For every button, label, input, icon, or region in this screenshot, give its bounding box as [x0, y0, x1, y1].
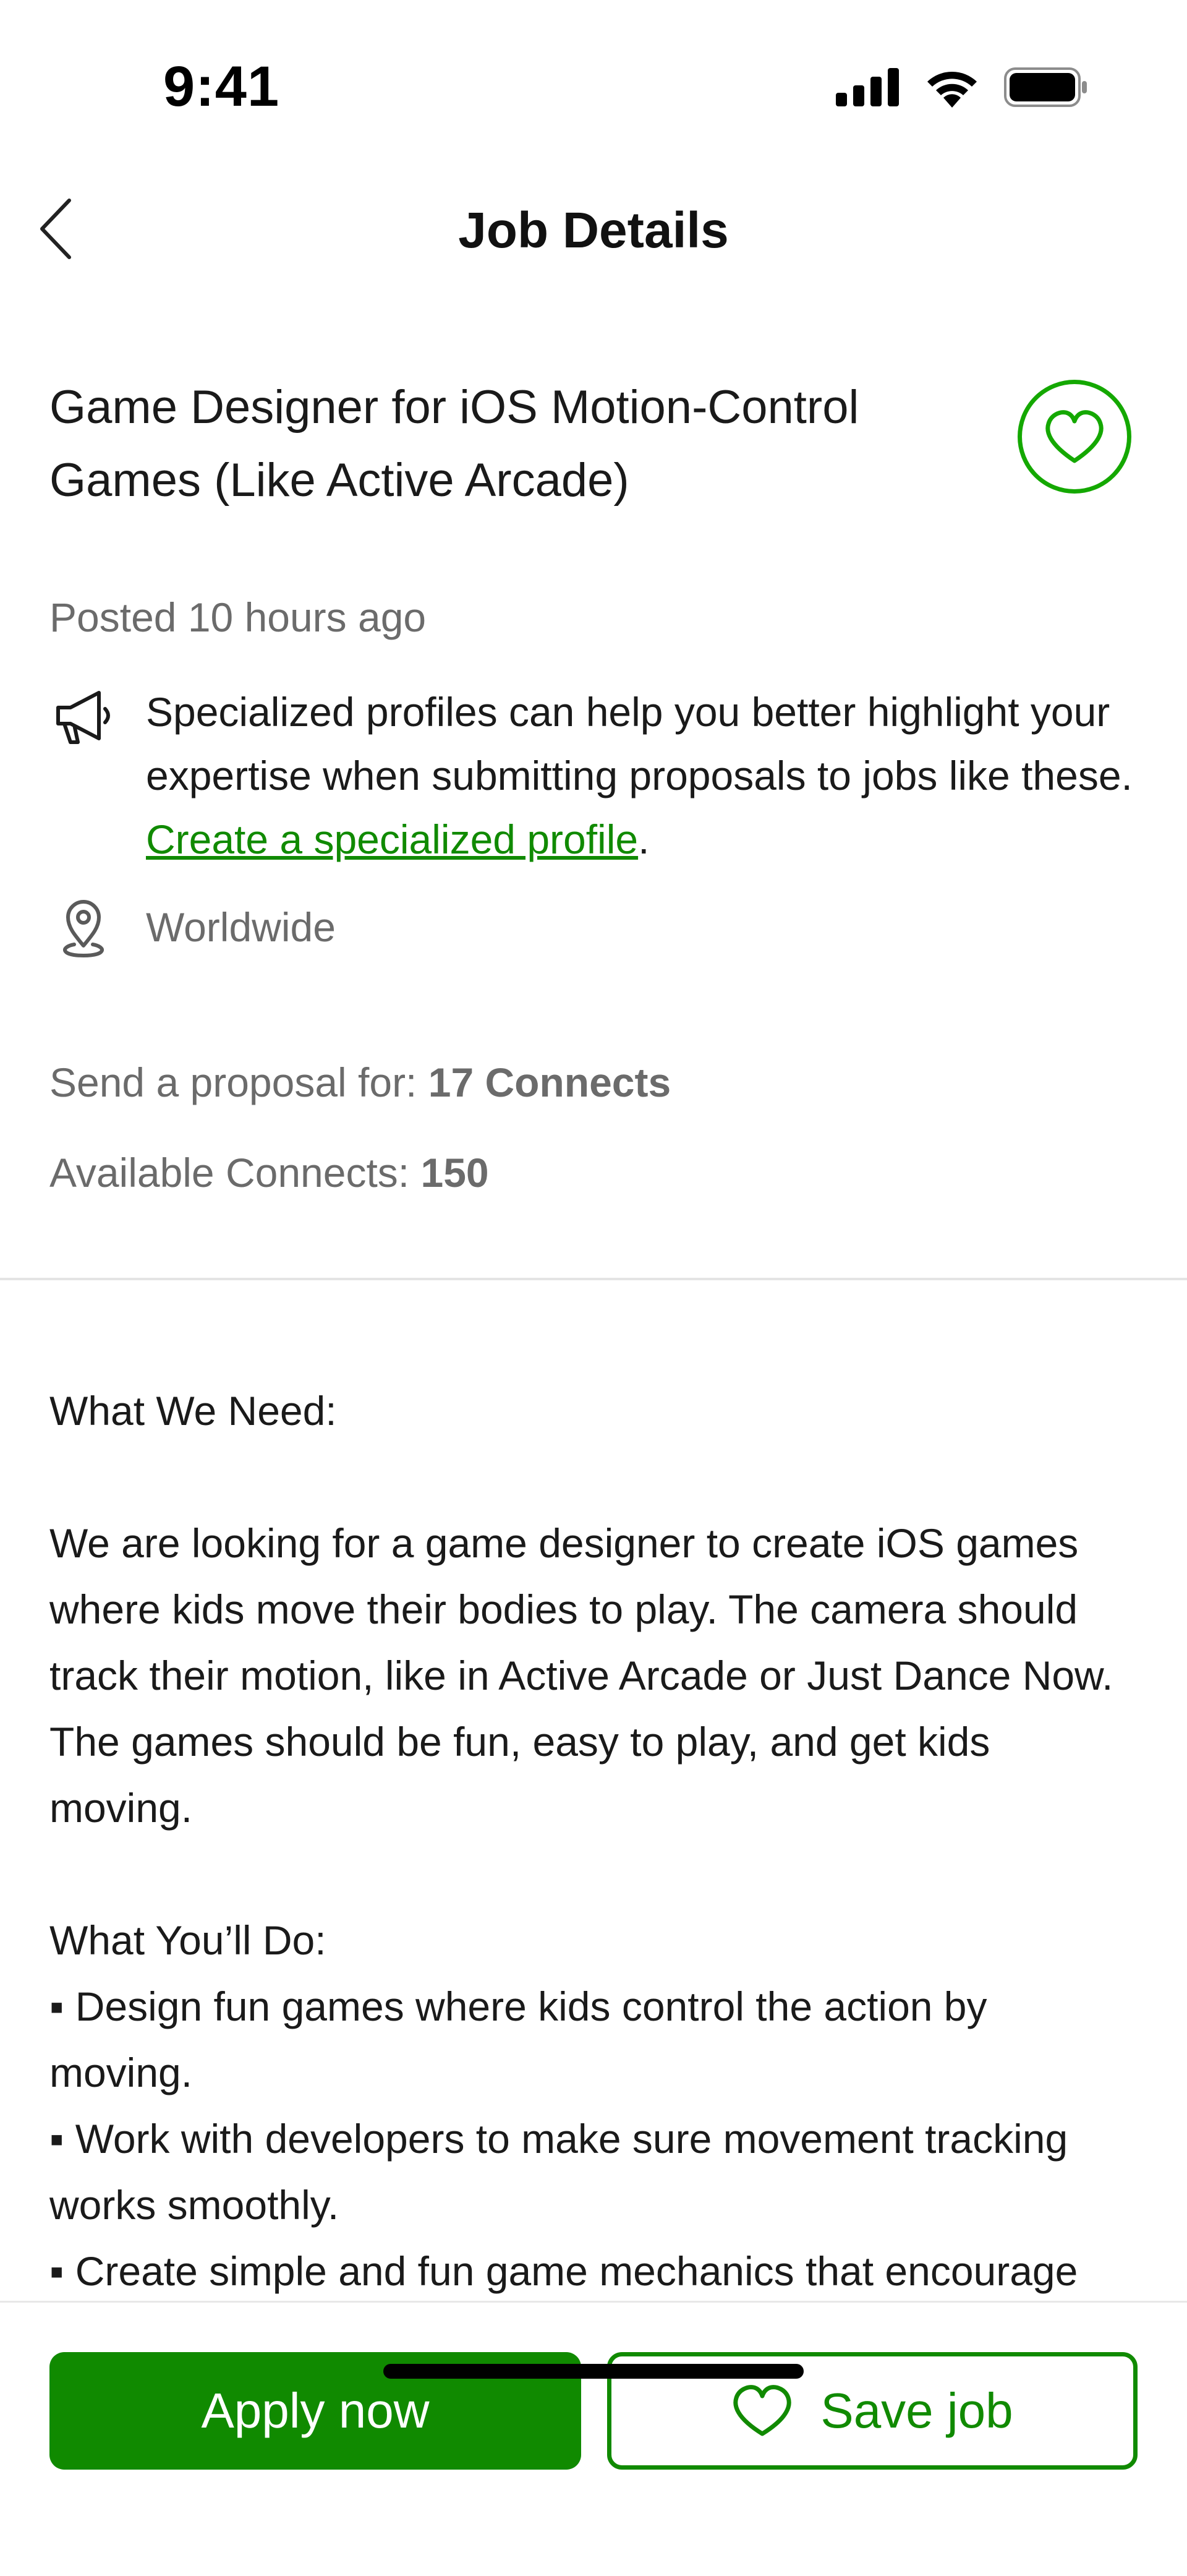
proposal-cost-label: Send a proposal for:: [49, 1059, 428, 1105]
heart-icon: [1045, 410, 1104, 463]
promo-body: Specialized profiles can help you better…: [146, 689, 1133, 798]
location-row: Worldwide: [49, 893, 336, 961]
page-title: Job Details: [458, 202, 729, 259]
cellular-signal-icon: [836, 68, 900, 109]
nav-bar: Job Details: [0, 179, 1187, 278]
section-divider: [0, 1278, 1187, 1280]
favorite-button[interactable]: [1018, 380, 1131, 494]
description-heading-need: What We Need:: [49, 1388, 337, 1434]
available-connects-value: 150: [420, 1150, 489, 1196]
proposal-cost-value: 17 Connects: [428, 1059, 671, 1105]
megaphone-icon: [49, 680, 117, 748]
posted-time: Posted 10 hours ago: [49, 594, 427, 640]
description-need-body: We are looking for a game designer to cr…: [49, 1520, 1113, 1831]
location-text: Worldwide: [146, 904, 336, 950]
promo-text: Specialized profiles can help you better…: [146, 680, 1147, 871]
bottom-action-bar: Apply now Save job: [0, 2301, 1187, 2576]
proposal-cost-row: Send a proposal for: 17 Connects: [49, 1059, 671, 1106]
home-indicator: [383, 2364, 804, 2379]
battery-icon: [1004, 67, 1088, 110]
promo-end: .: [638, 816, 650, 862]
save-job-label: Save job: [820, 2383, 1013, 2438]
heart-icon: [733, 2385, 792, 2436]
status-icons: [836, 67, 1088, 111]
description-heading-do: What You’ll Do:: [49, 1917, 326, 1963]
wifi-icon: [924, 67, 981, 111]
job-description: What We Need: We are looking for a game …: [49, 1378, 1138, 2295]
available-connects-label: Available Connects:: [49, 1150, 421, 1196]
job-title: Game Designer for iOS Motion-Control Gam…: [49, 381, 859, 507]
create-specialized-profile-link[interactable]: Create a specialized profile: [146, 816, 638, 862]
status-time: 9:41: [163, 55, 280, 118]
available-connects-row: Available Connects: 150: [49, 1149, 489, 1196]
description-bullet: ▪ Work with developers to make sure move…: [49, 2116, 1068, 2228]
description-bullet: ▪ Create simple and fun game mechanics t…: [49, 2248, 1078, 2294]
status-bar: 9:41: [0, 0, 1187, 167]
location-pin-icon: [49, 893, 117, 961]
description-bullet: ▪ Design fun games where kids control th…: [49, 1983, 987, 2095]
apply-now-label: Apply now: [201, 2383, 430, 2438]
